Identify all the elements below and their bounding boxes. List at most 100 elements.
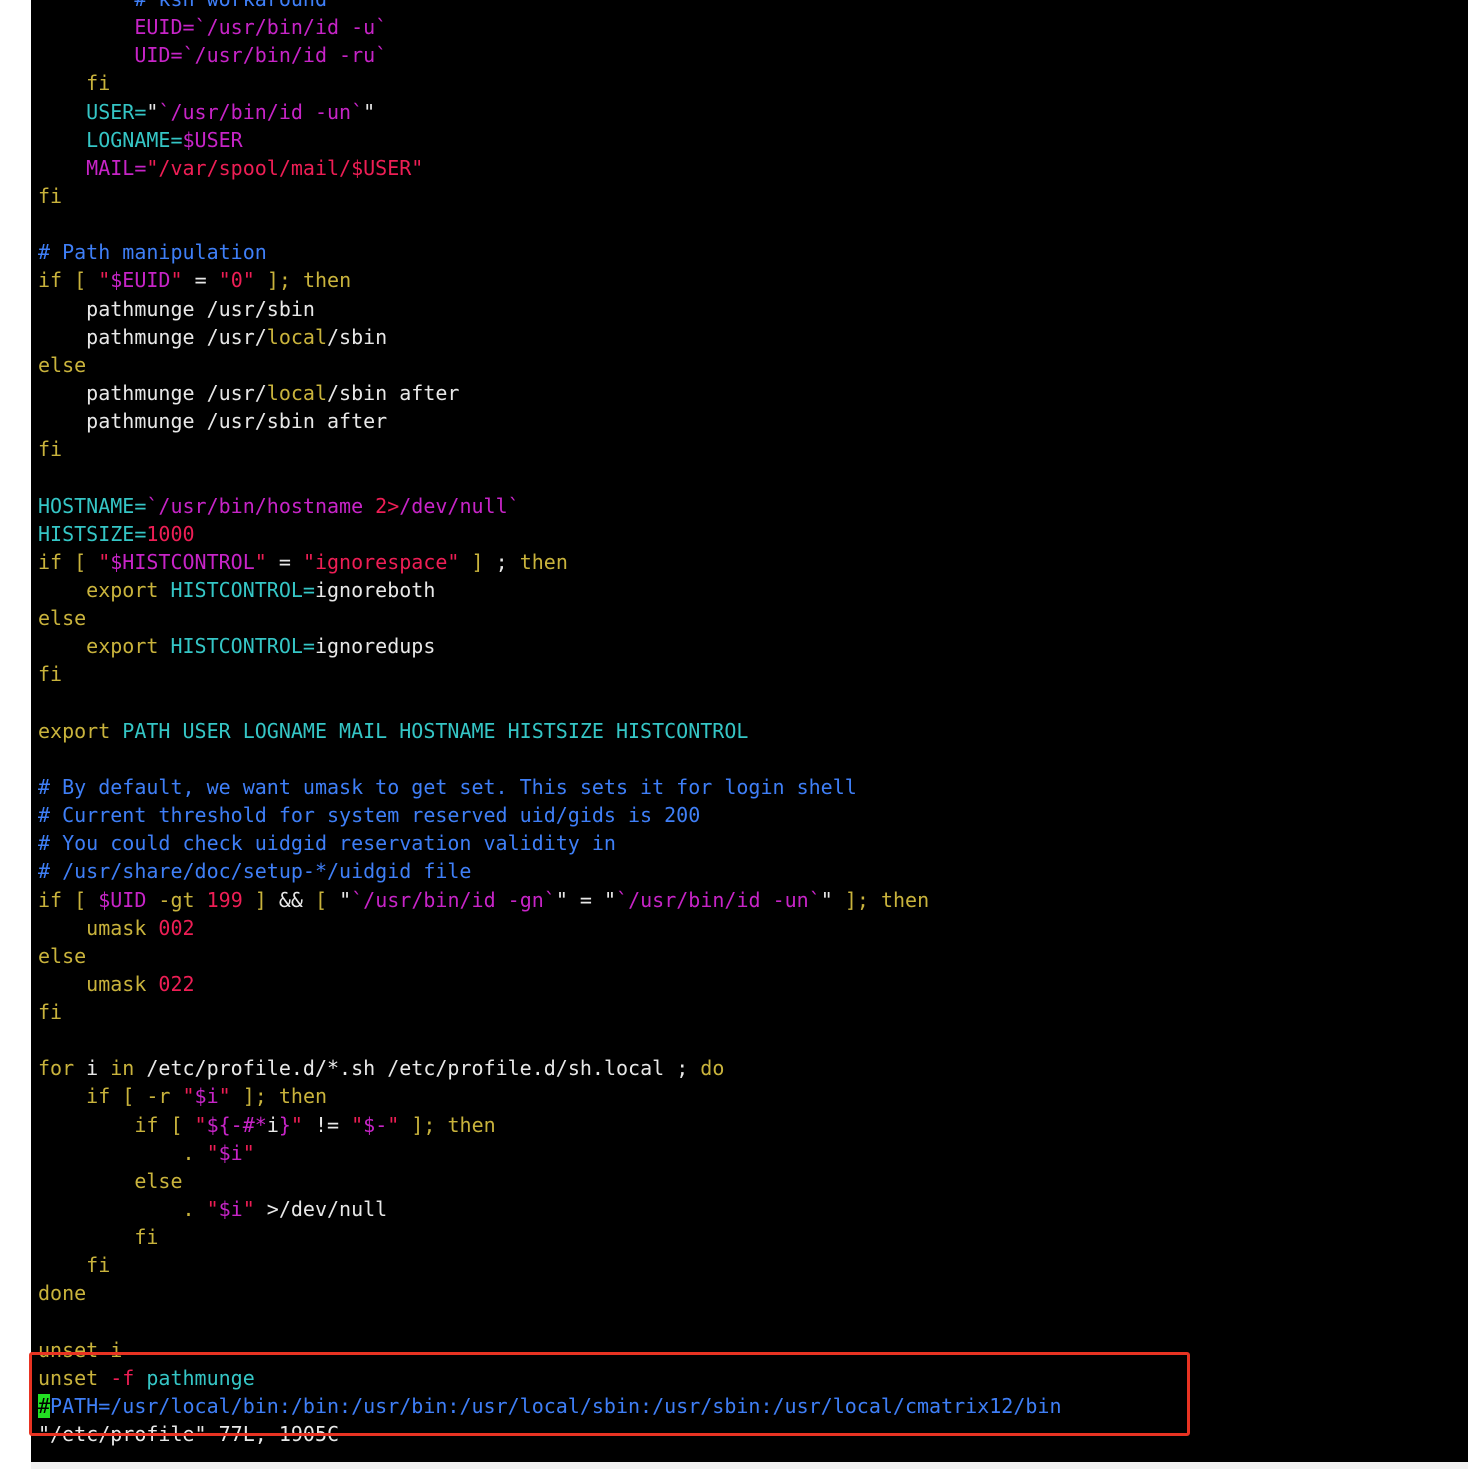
code-token: pathmunge /usr/ [38, 380, 267, 405]
code-token: . [38, 1197, 207, 1222]
code-token: USER= [38, 99, 147, 124]
code-token: HISTCONTROL= [170, 634, 315, 659]
code-token: # Current threshold for system reserved … [38, 803, 701, 828]
code-token: fi [38, 71, 111, 96]
code-token: # /usr/share/doc/setup-*/uidgid file [38, 859, 472, 884]
code-line: # /usr/share/doc/setup-*/uidgid file [38, 857, 1062, 885]
code-token: HISTSIZE= [38, 521, 147, 546]
code-line: export HISTCONTROL=ignoreboth [38, 576, 1062, 604]
code-token: HOSTNAME= [38, 493, 147, 518]
code-token: $i [218, 1197, 243, 1222]
code-line: fi [38, 1223, 1062, 1251]
code-token: /sbin after [327, 380, 460, 405]
code-token: local [266, 380, 327, 405]
code-line: "/etc/profile" 77L, 1905C [38, 1420, 1062, 1448]
code-line: # Path manipulation [38, 238, 1062, 266]
code-token: done [38, 1281, 87, 1306]
text-cursor: # [38, 1394, 51, 1419]
code-token: then [447, 1112, 496, 1137]
terminal-window[interactable]: # ksh workaround EUID=`/usr/bin/id -u` U… [31, 0, 1468, 1462]
code-token: " [182, 1084, 195, 1109]
code-line: . "$i" [38, 1139, 1062, 1167]
code-token: MAIL= [38, 155, 147, 180]
code-line: fi [38, 69, 1062, 97]
code-token: " [351, 1112, 364, 1137]
code-line: USER="`/usr/bin/id -un`" [38, 98, 1062, 126]
code-token: `/usr/bin/id -ru` [182, 43, 388, 68]
code-token: $USER [182, 127, 243, 152]
code-token: && [278, 887, 315, 912]
code-token: ]; [254, 268, 303, 293]
code-token: local [266, 324, 327, 349]
code-line: if [ "$EUID" = "0" ]; then [38, 266, 1062, 294]
code-token: -r [146, 1084, 183, 1109]
code-line: else [38, 351, 1062, 379]
code-token: . [38, 1140, 207, 1165]
code-token: umask [38, 915, 159, 940]
code-token: " [363, 99, 376, 124]
code-line: fi [38, 182, 1062, 210]
code-token: " [98, 268, 111, 293]
code-token: -gt [146, 887, 207, 912]
code-token: $UID [98, 887, 147, 912]
code-token: umask [38, 971, 159, 996]
code-line: done [38, 1279, 1062, 1307]
code-token: 199 [206, 887, 243, 912]
code-token: else [38, 1168, 183, 1193]
code-token: # Path manipulation [38, 240, 267, 265]
code-token: " [820, 887, 833, 912]
code-token: ; [495, 549, 520, 574]
code-token: PATH USER LOGNAME MAIL HOSTNAME HISTSIZE… [122, 718, 749, 743]
code-token: do [700, 1056, 725, 1081]
code-line: HISTSIZE=1000 [38, 520, 1062, 548]
code-token: $EUID [110, 268, 171, 293]
code-line: LOGNAME=$USER [38, 126, 1062, 154]
code-line: if [ "${-#*i}" != "$-" ]; then [38, 1111, 1062, 1139]
code-token: " [290, 1112, 303, 1137]
vim-buffer[interactable]: # ksh workaround EUID=`/usr/bin/id -u` U… [38, 0, 1062, 1448]
code-token: /etc/profile.d/*.sh /etc/profile.d/sh.lo… [146, 1056, 701, 1081]
code-token: ]; [399, 1112, 448, 1137]
code-token: fi [38, 662, 63, 687]
code-token: " [206, 1140, 219, 1165]
code-token: -f [110, 1365, 147, 1390]
code-token: PATH=/usr/local/bin:/bin:/usr/bin:/usr/l… [50, 1394, 1062, 1419]
code-token: `/usr/bin/id -un` [158, 99, 364, 124]
code-token: " [242, 1140, 255, 1165]
code-token: " [242, 1197, 255, 1222]
window-bottom-edge [31, 1462, 1468, 1469]
code-token: export [38, 634, 171, 659]
code-line: umask 022 [38, 970, 1062, 998]
code-token: "/etc/profile" 77L, 1905C [38, 1422, 340, 1447]
code-token: " [170, 268, 183, 293]
code-line: umask 002 [38, 914, 1062, 942]
code-token: export [38, 577, 171, 602]
code-token: unset [38, 1365, 111, 1390]
code-token: UID= [38, 43, 183, 68]
code-line: export HISTCONTROL=ignoredups [38, 632, 1062, 660]
code-token: ] [242, 887, 279, 912]
code-line: pathmunge /usr/sbin [38, 295, 1062, 323]
code-token: if [ [38, 549, 99, 574]
code-line: fi [38, 998, 1062, 1026]
code-token: " [555, 887, 568, 912]
code-token: = [182, 268, 219, 293]
code-token: " [98, 549, 111, 574]
code-token: export [38, 718, 123, 743]
code-token: then [302, 268, 352, 293]
code-line: fi [38, 435, 1062, 463]
code-token: ignoredups [314, 634, 436, 659]
code-line: if [ -r "$i" ]; then [38, 1082, 1062, 1110]
code-token: else [38, 352, 87, 377]
code-token: `/usr/bin/hostname [146, 493, 376, 518]
code-line: export PATH USER LOGNAME MAIL HOSTNAME H… [38, 717, 1062, 745]
code-token: # ksh workaround [38, 0, 327, 11]
code-token: `/usr/bin/id -u` [194, 15, 388, 40]
code-line: else [38, 1167, 1062, 1195]
code-token: fi [38, 1253, 111, 1278]
